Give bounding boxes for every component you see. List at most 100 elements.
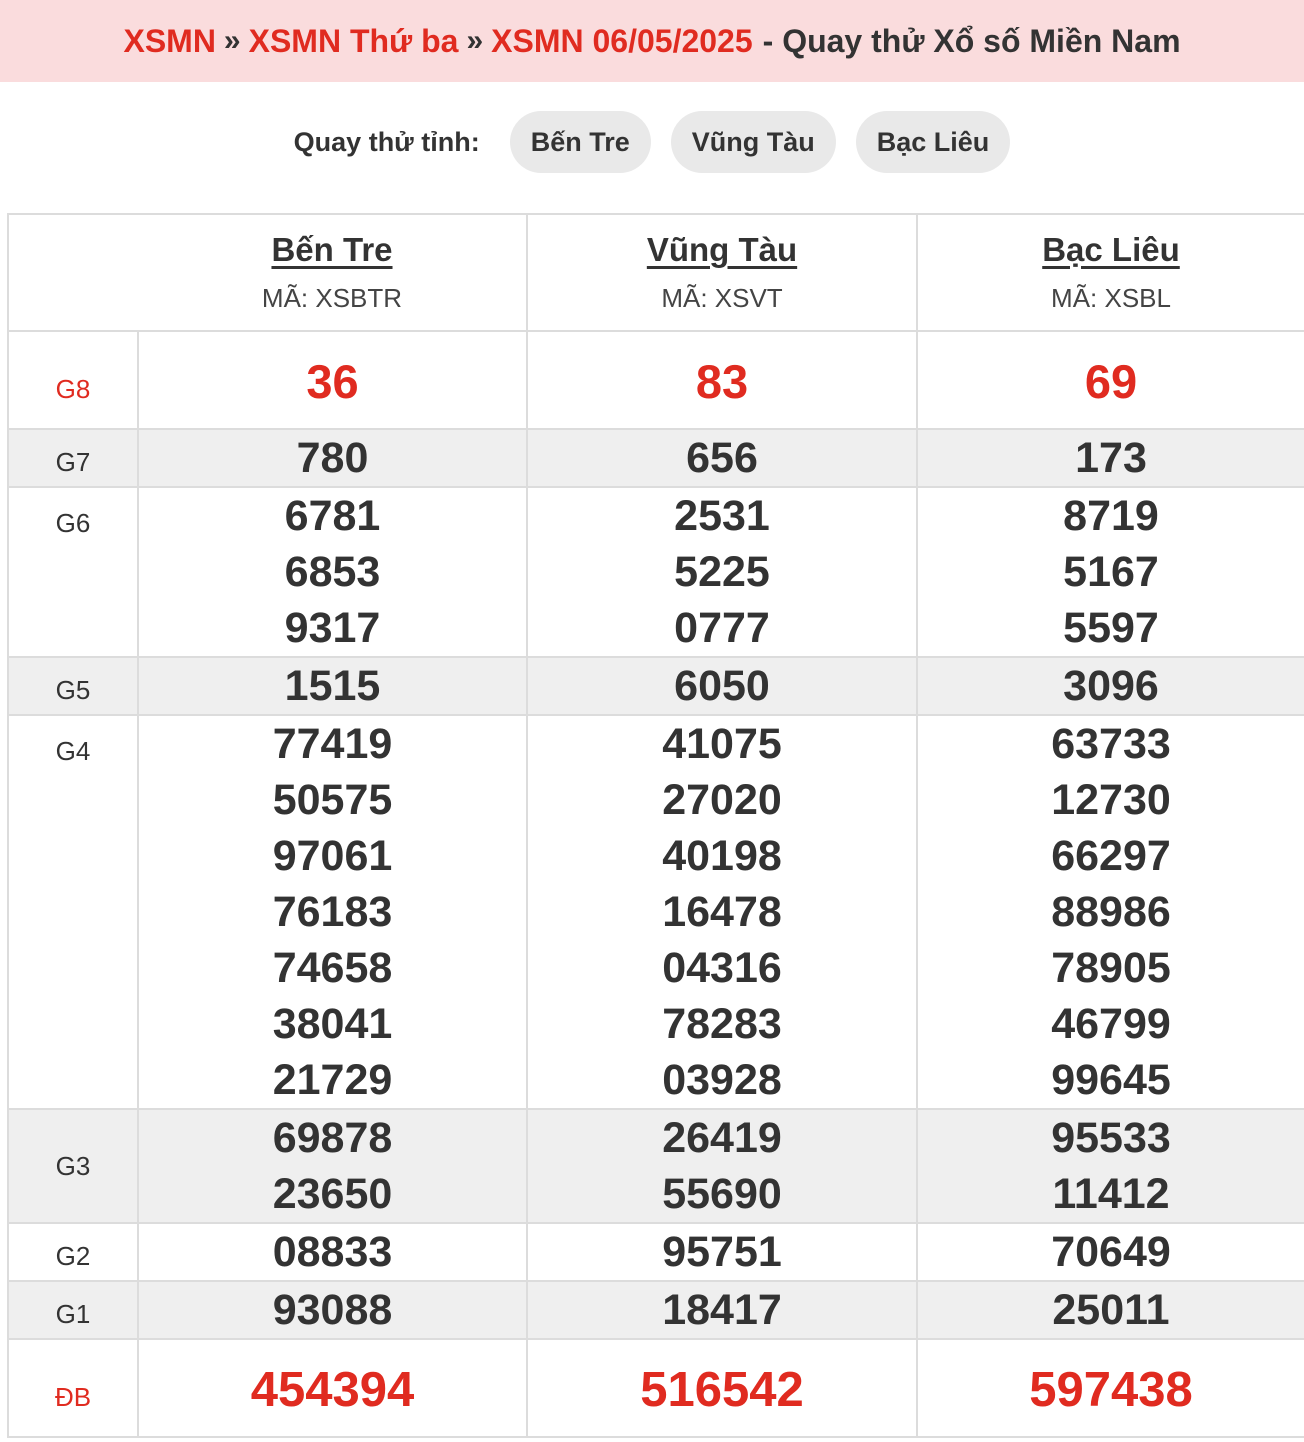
prize-label: G4 [7,714,139,1110]
prize-cell: 3096 [916,656,1304,716]
prize-number: 5225 [674,548,770,596]
prize-row-g4: G4 77419 50575 97061 76183 74658 38041 21729 410… [7,714,1304,1110]
prize-row-g5: G5 1515 6050 3096 [7,656,1304,716]
prize-cell: 780 [137,428,528,488]
prize-number: 77419 [272,720,393,768]
prize-number: 69 [1084,355,1138,408]
province-picker: Quay thử tỉnh: Bến Tre Vũng Tàu Bạc Liêu [0,110,1304,174]
breadcrumb-link-date[interactable]: XSMN 06/05/2025 [491,23,753,60]
prize-number: 76183 [272,888,393,936]
prize-number: 74658 [272,944,393,992]
prize-number: 63733 [1051,720,1171,768]
prize-number: 9317 [284,604,381,652]
province-code: MÃ: XSVT [661,283,783,313]
prize-number: 16478 [662,888,782,936]
prize-number: 656 [686,434,758,482]
prize-number: 95533 [1051,1114,1171,1162]
prize-number: 38041 [272,1000,393,1048]
prize-cell: 454394 [137,1338,528,1438]
prize-cell: 95751 [526,1222,918,1282]
prize-number: 93088 [272,1286,393,1334]
prize-cell: 656 [526,428,918,488]
prize-number: 66297 [1051,832,1171,880]
prize-cell: 77419 50575 97061 76183 74658 38041 21729 [137,714,528,1110]
prize-cell: 69 [916,330,1304,430]
prize-number: 5167 [1063,548,1159,596]
prize-number: 2531 [674,492,770,540]
picker-label: Quay thử tỉnh: [293,126,480,157]
pick-button-vung-tau[interactable]: Vũng Tàu [670,111,836,173]
prize-cell: 8719 5167 5597 [916,486,1304,658]
prize-number: 26419 [662,1114,782,1162]
province-header: Bạc Liêu MÃ: XSBL [916,213,1304,332]
prize-number: 70649 [1051,1228,1171,1276]
prize-cell: 36 [137,330,528,430]
prize-label: G8 [7,330,139,430]
prize-row-db: ĐB 454394 516542 597438 [7,1338,1304,1438]
prize-number: 23650 [272,1170,393,1218]
prize-label: G5 [7,656,139,716]
prize-cell: 70649 [916,1222,1304,1282]
prize-number: 46799 [1051,1000,1171,1048]
prize-number: 78905 [1051,944,1171,992]
province-link[interactable]: Vũng Tàu [528,231,916,269]
prize-cell: 173 [916,428,1304,488]
prize-number: 69878 [272,1114,393,1162]
province-link[interactable]: Bạc Liêu [918,231,1304,269]
prize-cell: 2531 5225 0777 [526,486,918,658]
prize-number: 780 [296,434,369,482]
prize-row-g1: G1 93088 18417 25011 [7,1280,1304,1340]
prize-label: G6 [7,486,139,658]
prize-row-g7: G7 780 656 173 [7,428,1304,488]
prize-number: 6781 [284,492,381,540]
prize-number: 0777 [674,604,770,652]
results-table: Bến Tre MÃ: XSBTR Vũng Tàu MÃ: XSVT Bạc … [7,213,1304,1438]
prize-number: 1515 [284,662,381,710]
prize-number: 27020 [662,776,782,824]
prize-number: 21729 [272,1056,393,1104]
prize-cell: 1515 [137,656,528,716]
prize-number: 08833 [272,1228,393,1276]
prize-number: 6853 [284,548,381,596]
prize-cell: 83 [526,330,918,430]
prize-number: 516542 [640,1363,804,1417]
prize-number: 3096 [1063,662,1159,710]
province-header: Vũng Tàu MÃ: XSVT [526,213,918,332]
prize-cell: 597438 [916,1338,1304,1438]
prize-number: 25011 [1052,1286,1170,1334]
prize-number: 5597 [1063,604,1159,652]
pick-button-ben-tre[interactable]: Bến Tre [509,111,651,173]
prize-number: 6050 [674,662,770,710]
prize-row-g8: G8 36 83 69 [7,330,1304,430]
prize-row-g6: G6 6781 6853 9317 2531 5225 0777 8719 5167 5597 [7,486,1304,658]
prize-number: 8719 [1063,492,1159,540]
prize-number: 04316 [662,944,782,992]
prize-number: 97061 [272,832,393,880]
table-header-row: Bến Tre MÃ: XSBTR Vũng Tàu MÃ: XSVT Bạc … [7,213,1304,332]
prize-number: 55690 [662,1170,782,1218]
breadcrumb: XSMN » XSMN Thứ ba » XSMN 06/05/2025 - Q… [0,0,1304,82]
breadcrumb-link-weekday[interactable]: XSMN Thứ ba [249,23,459,60]
prize-label: ĐB [7,1338,139,1438]
prize-number: 173 [1075,434,1147,482]
prize-row-g2: G2 08833 95751 70649 [7,1222,1304,1282]
pick-button-bac-lieu[interactable]: Bạc Liêu [855,111,1011,173]
prize-cell: 63733 12730 66297 88986 78905 46799 99645 [916,714,1304,1110]
prize-number: 88986 [1051,888,1171,936]
prize-cell: 69878 23650 [137,1108,528,1224]
prize-cell: 08833 [137,1222,528,1282]
breadcrumb-separator: » [223,24,241,57]
province-link[interactable]: Bến Tre [138,231,526,269]
prize-number: 36 [306,355,359,408]
prize-number: 99645 [1051,1056,1171,1104]
prize-number: 597438 [1029,1363,1193,1417]
prize-cell: 26419 55690 [526,1108,918,1224]
prize-number: 41075 [662,720,782,768]
province-header: Bến Tre MÃ: XSBTR [138,213,528,332]
prize-label: G2 [7,1222,139,1282]
prize-cell: 516542 [526,1338,918,1438]
breadcrumb-link-xsmn[interactable]: XSMN [123,23,215,60]
prize-label: G3 [7,1108,139,1224]
header-spacer [7,213,138,332]
prize-number: 18417 [662,1286,782,1334]
